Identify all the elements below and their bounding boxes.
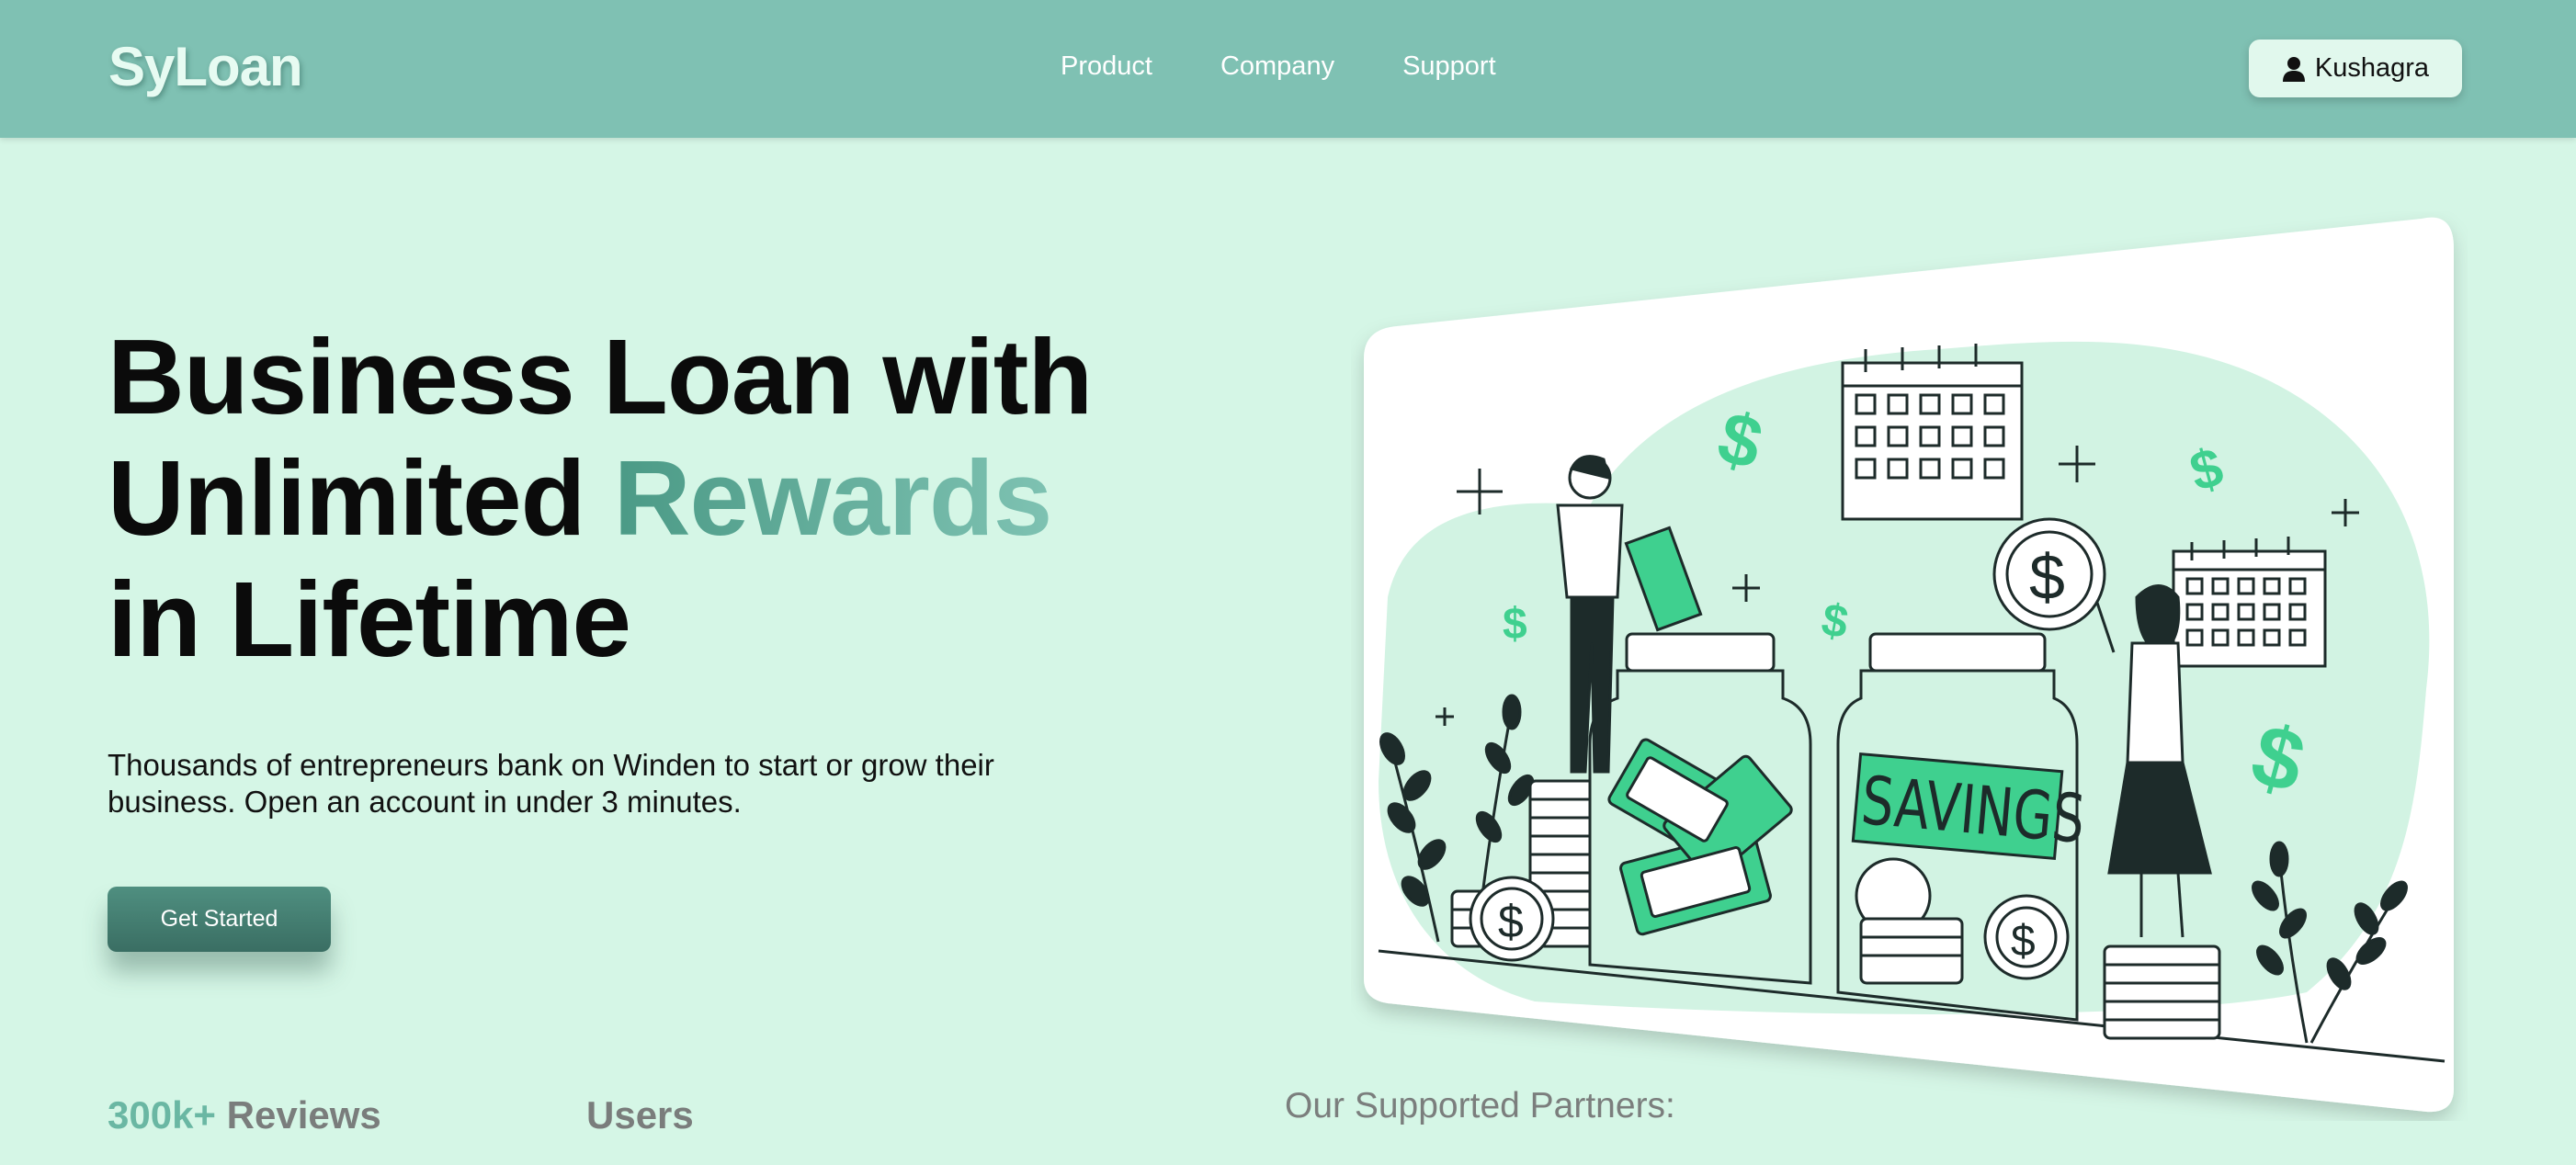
money-jar bbox=[1588, 632, 1812, 985]
calendar-icon bbox=[2172, 537, 2327, 668]
nav-link-support[interactable]: Support bbox=[1402, 51, 1496, 82]
hero-title-line3: in Lifetime bbox=[108, 560, 631, 679]
svg-text:$: $ bbox=[1503, 600, 1527, 649]
users-label: Users bbox=[586, 1093, 694, 1137]
svg-text:$: $ bbox=[2029, 541, 2065, 613]
svg-text:$: $ bbox=[2011, 917, 2036, 966]
top-navbar: SyLoan Product Company Support Kushagra bbox=[0, 0, 2576, 138]
user-name: Kushagra bbox=[2314, 53, 2430, 83]
coin-stack bbox=[2103, 944, 2221, 1040]
brand-logo[interactable]: SyLoan bbox=[108, 35, 303, 98]
hero-subtitle: Thousands of entrepreneurs bank on Winde… bbox=[108, 748, 994, 819]
hero-title-line2-plain: Unlimited bbox=[108, 438, 585, 558]
calendar-icon bbox=[1841, 344, 2024, 521]
hero-title-accent: Rewards bbox=[613, 438, 1053, 558]
hero-title: Business Loan with Unlimited Rewards in … bbox=[108, 316, 1093, 680]
reviews-stat: 300k+ Reviews bbox=[108, 1093, 381, 1137]
hero-title-line1: Business Loan with bbox=[108, 317, 1093, 436]
get-started-button[interactable]: Get Started bbox=[108, 887, 331, 952]
nav-link-company[interactable]: Company bbox=[1220, 51, 1334, 82]
savings-jar: SAVINGS $ bbox=[1836, 632, 2088, 1022]
users-stat: Users bbox=[586, 1093, 694, 1137]
person-icon bbox=[2282, 56, 2306, 82]
savings-illustration: $ $ $ $ $ $ SAVINGS $ $ bbox=[1364, 217, 2454, 1113]
nav-link-product[interactable]: Product bbox=[1061, 51, 1152, 82]
main-nav: Product Company Support bbox=[1061, 51, 1496, 82]
reviews-number: 300k+ bbox=[108, 1093, 216, 1137]
svg-text:$: $ bbox=[1498, 896, 1524, 947]
user-account-button[interactable]: Kushagra bbox=[2249, 40, 2462, 97]
hero-illustration-card: $ $ $ $ $ $ SAVINGS $ $ bbox=[1351, 211, 2468, 1121]
reviews-label: Reviews bbox=[226, 1093, 381, 1137]
